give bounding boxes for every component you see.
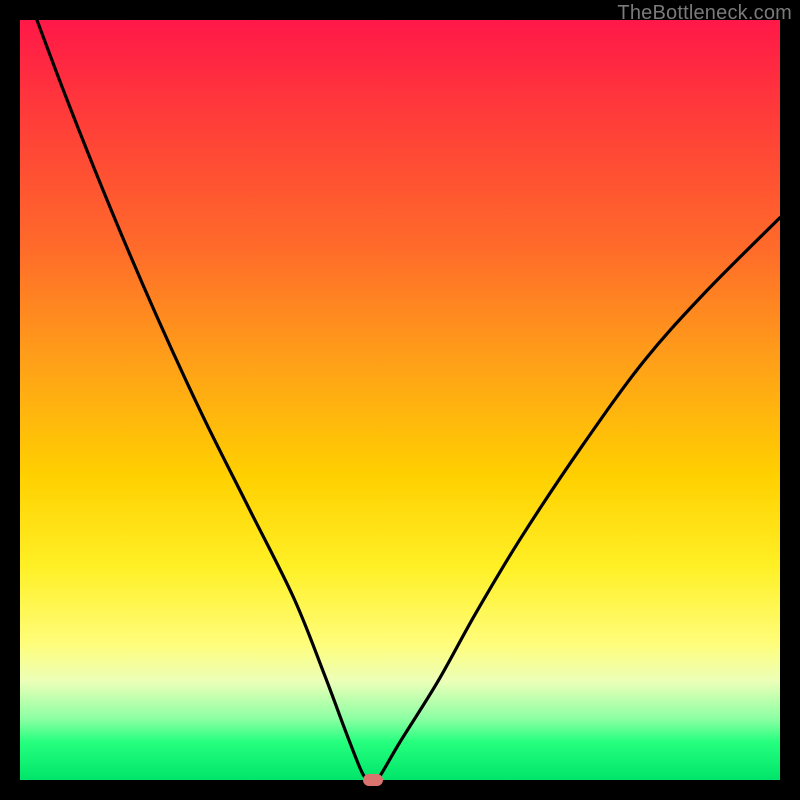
- watermark-text: TheBottleneck.com: [617, 2, 792, 25]
- minimum-marker: [363, 774, 383, 786]
- bottleneck-curve: [20, 20, 780, 780]
- chart-frame: TheBottleneck.com: [0, 0, 800, 800]
- chart-plot-area: [20, 20, 780, 780]
